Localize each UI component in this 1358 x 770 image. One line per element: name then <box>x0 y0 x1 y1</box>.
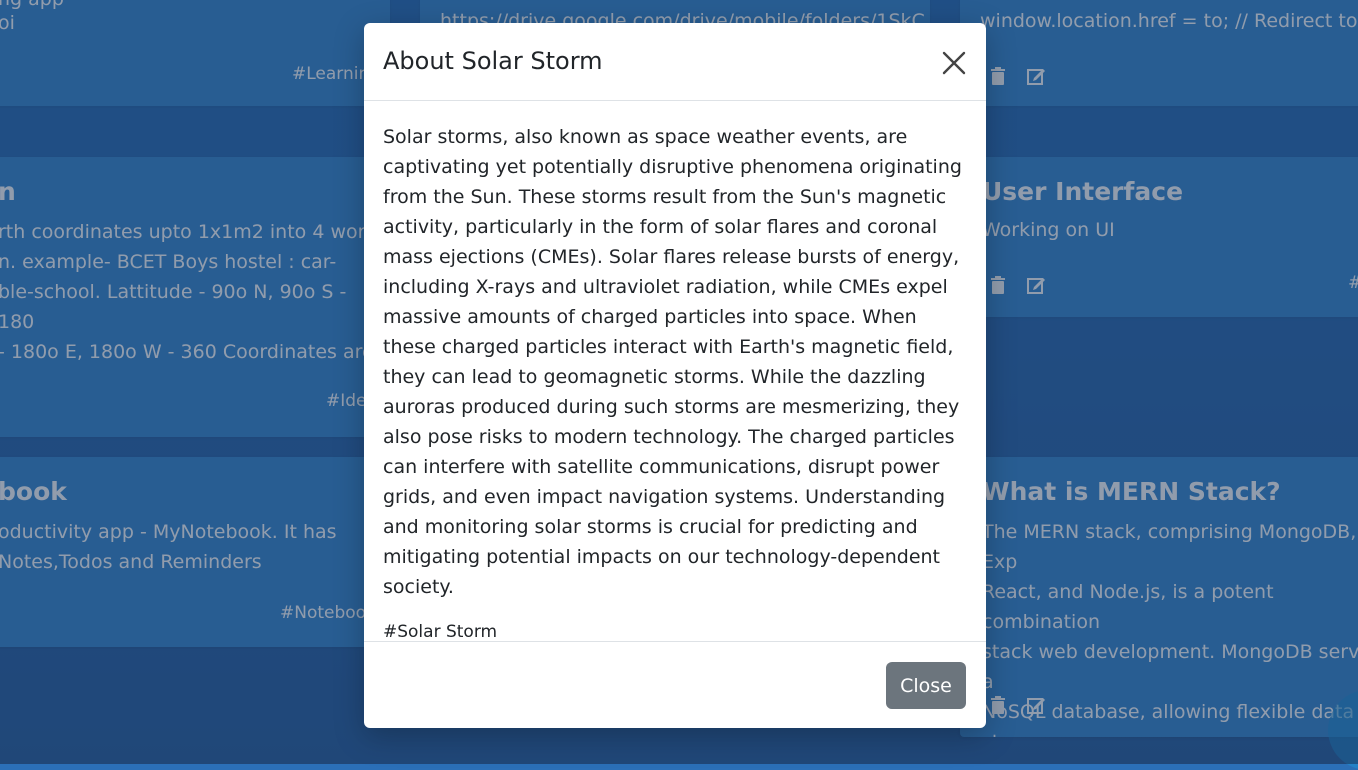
modal-header: About Solar Storm <box>364 23 986 101</box>
modal-description: Solar storms, also known as space weathe… <box>383 126 962 598</box>
modal-footer: Close <box>364 641 986 728</box>
modal-body: Solar storms, also known as space weathe… <box>383 122 965 642</box>
close-x-icon[interactable] <box>940 49 968 77</box>
modal-tag: #Solar Storm <box>383 622 498 642</box>
close-button[interactable]: Close <box>886 662 966 709</box>
note-details-modal: About Solar Storm Solar storms, also kno… <box>364 23 986 728</box>
modal-title: About Solar Storm <box>383 47 603 75</box>
